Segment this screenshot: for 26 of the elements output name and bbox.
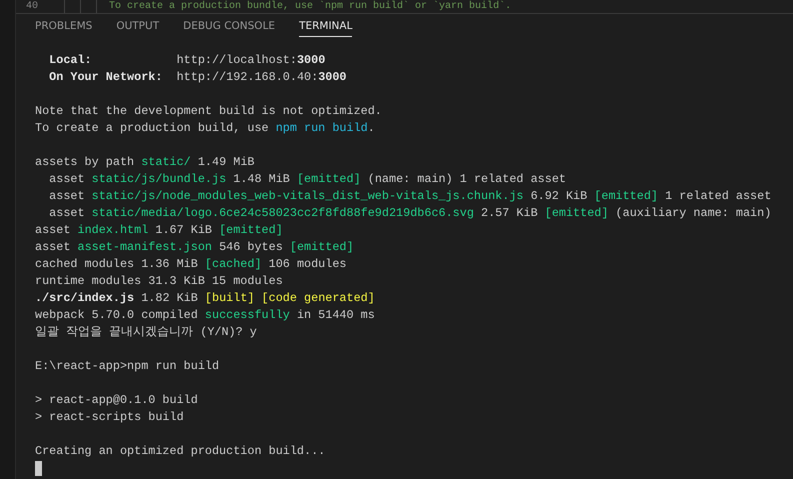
line-number: 40 xyxy=(25,0,40,12)
terminal-line: asset index.html 1.67 KiB [emitted] xyxy=(35,222,283,239)
terminal-line: > react-scripts build xyxy=(35,409,184,426)
terminal-line: assets by path static/ 1.49 MiB xyxy=(35,154,254,171)
panel-tab[interactable]: DEBUG CONSOLE xyxy=(183,16,276,37)
panel-tab[interactable]: OUTPUT xyxy=(116,16,160,37)
terminal-line: ./src/index.js 1.82 KiB [built] [code generated] xyxy=(35,290,375,307)
terminal-line: asset static/media/logo.6ce24c58023cc2f8fd88fe9d219db6c6.svg 2.57 KiB [emitted] (auxiliary name: main) xyxy=(48,205,772,222)
terminal-cursor xyxy=(35,461,42,476)
terminal-line: asset static/js/node_modules_web-vitals_dist_web-vitals_js.chunk.js 6.92 KiB [emitted] 1 related asset xyxy=(48,188,772,205)
terminal-line: webpack 5.70.0 compiled successfully in 51440 ms xyxy=(35,307,375,324)
terminal-line: asset static/js/bundle.js 1.48 MiB [emitted] (name: main) 1 related asset xyxy=(48,171,566,188)
terminal-line: To create a production build, use npm run build. xyxy=(35,120,375,137)
terminal-line: Creating an optimized production build... xyxy=(35,443,326,460)
terminal-line: > react-app@0.1.0 build xyxy=(35,392,198,409)
panel-tab[interactable]: TERMINAL xyxy=(299,16,352,37)
terminal-line: Note that the development build is not optimized. xyxy=(35,103,382,120)
terminal-line: On Your Network: http://192.168.0.40:3000 xyxy=(48,69,347,86)
code-line: To create a production bundle, use `npm run build` or `yarn build`. xyxy=(109,0,512,12)
terminal-line: Local: http://localhost:3000 xyxy=(48,52,326,69)
terminal-line: E:\react-app>npm run build xyxy=(35,358,220,375)
terminal-line: asset asset-manifest.json 546 bytes [emitted] xyxy=(35,239,354,256)
terminal-line: 일괄 작업을 끝내시겠습니까 (Y/N)? y xyxy=(35,324,257,341)
terminal-line: cached modules 1.36 MiB [cached] 106 modules xyxy=(35,256,346,273)
terminal-line: runtime modules 31.3 KiB 15 modules xyxy=(35,273,283,290)
panel-tab[interactable]: PROBLEMS xyxy=(35,16,92,37)
